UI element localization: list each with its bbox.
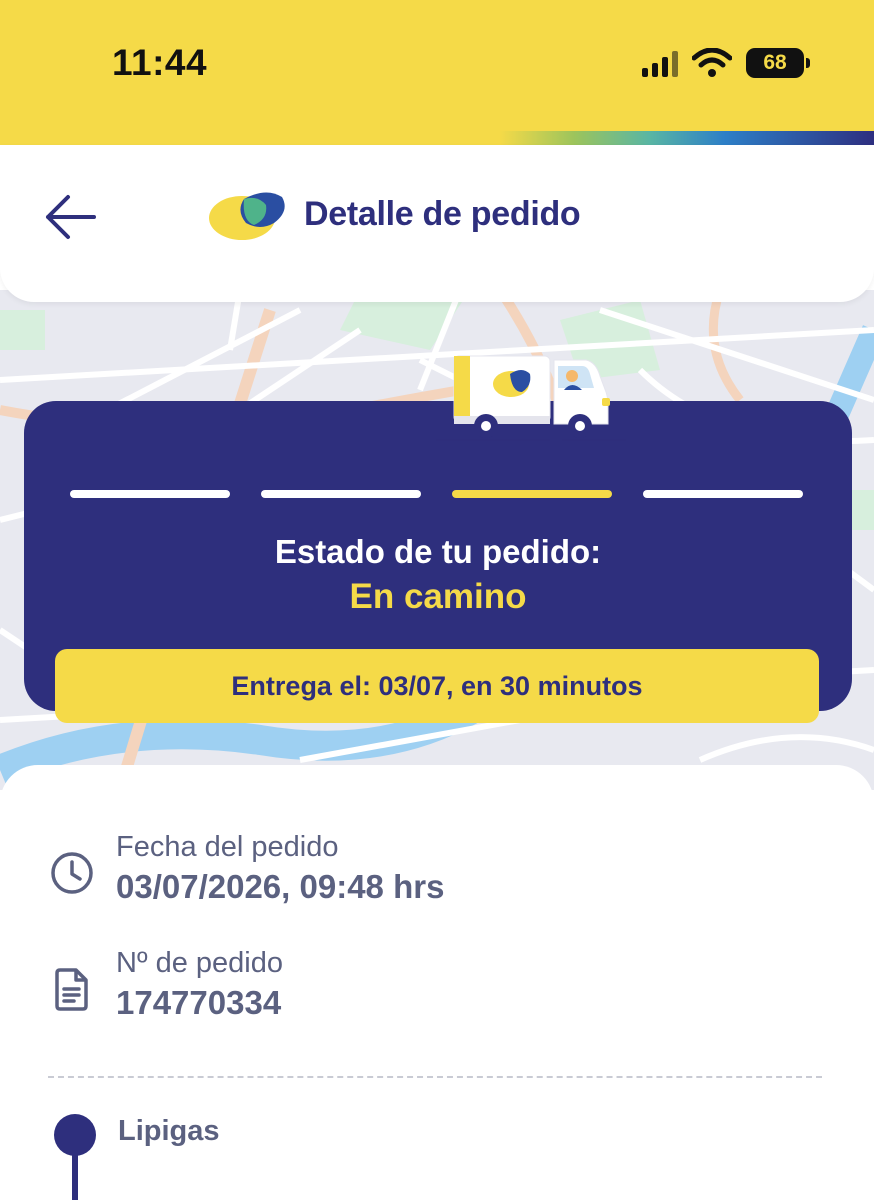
status-icons: 68 bbox=[642, 48, 810, 78]
brand-stripe bbox=[500, 131, 874, 145]
page-title: Detalle de pedido bbox=[304, 194, 581, 233]
status-bar: 11:44 68 bbox=[0, 0, 874, 145]
merchant-name: Lipigas bbox=[118, 1115, 220, 1147]
order-date-value: 03/07/2026, 09:48 hrs bbox=[116, 868, 445, 905]
back-button[interactable] bbox=[38, 189, 102, 245]
delivery-estimate: Entrega el: 03/07, en 30 minutos bbox=[55, 649, 819, 723]
delivery-truck-icon bbox=[436, 355, 626, 441]
cellular-signal-icon bbox=[642, 49, 678, 77]
status-time: 11:44 bbox=[112, 42, 208, 83]
clock-icon bbox=[48, 849, 96, 897]
brand-logo-icon bbox=[209, 192, 285, 240]
battery-icon: 68 bbox=[746, 48, 810, 78]
progress-step bbox=[70, 490, 230, 498]
order-status-value: En camino bbox=[349, 577, 527, 616]
order-status-label: Estado de tu pedido: bbox=[274, 533, 602, 570]
timeline-line bbox=[72, 1150, 78, 1200]
progress-step bbox=[643, 490, 803, 498]
divider bbox=[48, 1076, 822, 1078]
order-number-label: Nº de pedido bbox=[116, 947, 283, 979]
document-icon bbox=[48, 965, 96, 1013]
order-progress bbox=[70, 490, 803, 498]
order-number-row: Nº de pedido 174770334 bbox=[48, 947, 283, 1022]
arrow-left-icon bbox=[46, 195, 96, 239]
order-number-value: 174770334 bbox=[116, 984, 282, 1021]
progress-step bbox=[261, 490, 421, 498]
progress-step-active bbox=[452, 490, 612, 498]
wifi-icon bbox=[692, 48, 732, 77]
order-date-row: Fecha del pedido 03/07/2026, 09:48 hrs bbox=[48, 831, 444, 906]
header-title-group: Detalle de pedido bbox=[208, 185, 581, 243]
header: Detalle de pedido bbox=[0, 145, 874, 302]
order-details-panel: Fecha del pedido 03/07/2026, 09:48 hrs N… bbox=[0, 765, 874, 1200]
order-date-label: Fecha del pedido bbox=[116, 831, 339, 863]
